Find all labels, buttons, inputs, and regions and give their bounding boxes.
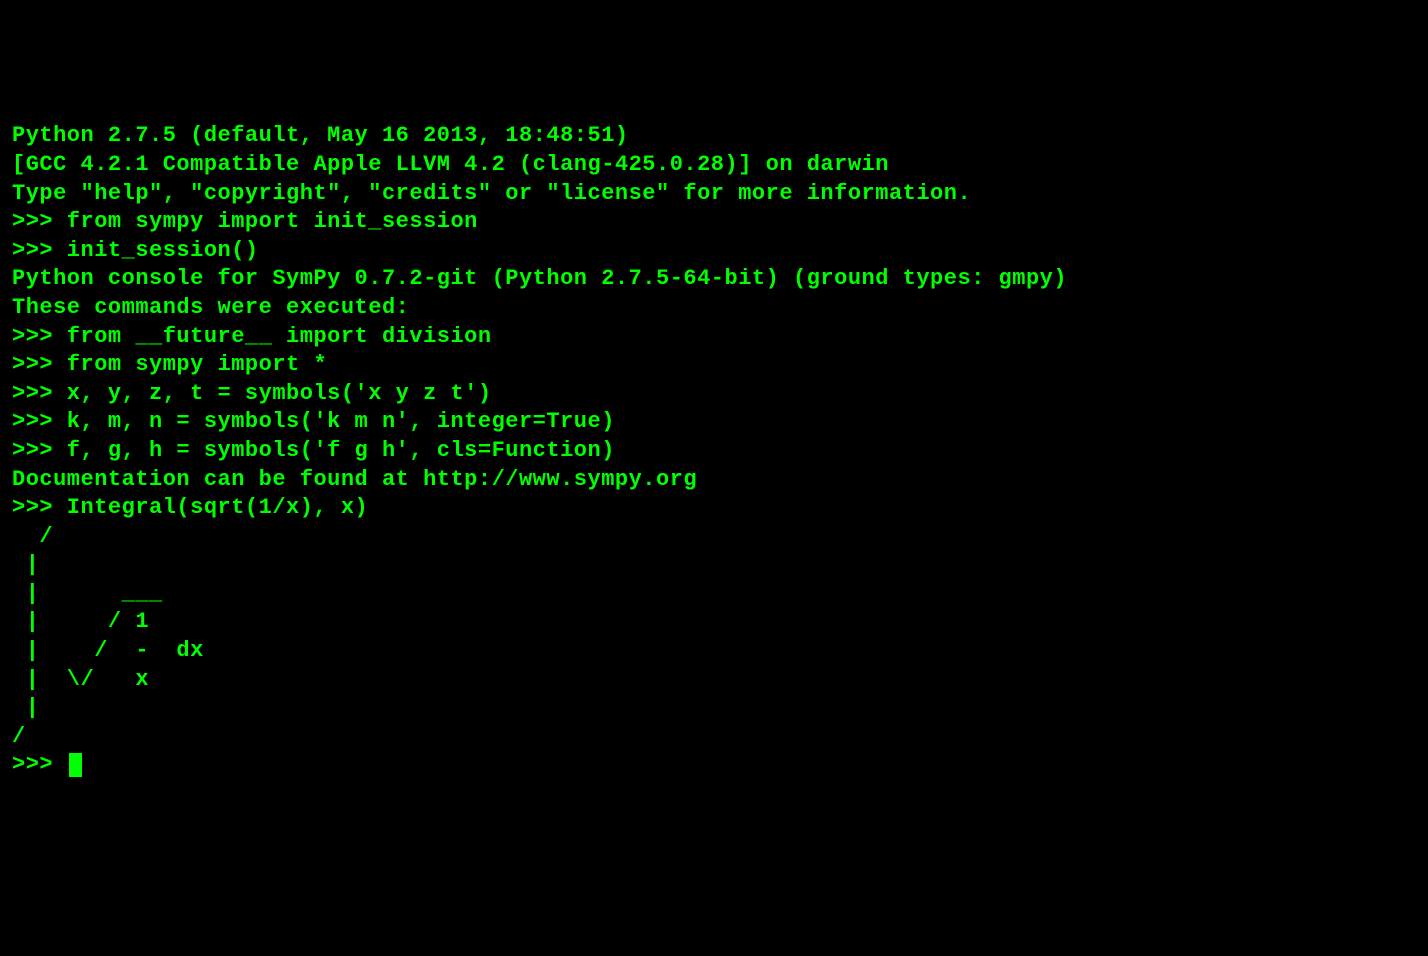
- terminal-line: /: [12, 523, 1416, 552]
- terminal-line: | / 1: [12, 608, 1416, 637]
- terminal-line: >>> k, m, n = symbols('k m n', integer=T…: [12, 408, 1416, 437]
- terminal-line: These commands were executed:: [12, 294, 1416, 323]
- terminal-output[interactable]: Python 2.7.5 (default, May 16 2013, 18:4…: [12, 122, 1416, 780]
- terminal-line: >>> x, y, z, t = symbols('x y z t'): [12, 380, 1416, 409]
- terminal-line: [GCC 4.2.1 Compatible Apple LLVM 4.2 (cl…: [12, 151, 1416, 180]
- terminal-line: /: [12, 723, 1416, 752]
- terminal-line: >>> from sympy import *: [12, 351, 1416, 380]
- terminal-prompt: >>>: [12, 752, 67, 777]
- terminal-line: >>> from __future__ import division: [12, 323, 1416, 352]
- terminal-line: Documentation can be found at http://www…: [12, 466, 1416, 495]
- terminal-line: |: [12, 694, 1416, 723]
- terminal-line: | \/ x: [12, 666, 1416, 695]
- terminal-line: >>> Integral(sqrt(1/x), x): [12, 494, 1416, 523]
- terminal-line: >>> f, g, h = symbols('f g h', cls=Funct…: [12, 437, 1416, 466]
- terminal-line: |: [12, 551, 1416, 580]
- terminal-line: Python 2.7.5 (default, May 16 2013, 18:4…: [12, 122, 1416, 151]
- terminal-line: | / - dx: [12, 637, 1416, 666]
- terminal-line: >>> init_session(): [12, 237, 1416, 266]
- terminal-line: Type "help", "copyright", "credits" or "…: [12, 180, 1416, 209]
- cursor-icon: [69, 753, 82, 777]
- terminal-line: | ___: [12, 580, 1416, 609]
- terminal-prompt-line[interactable]: >>>: [12, 752, 82, 777]
- terminal-line: Python console for SymPy 0.7.2-git (Pyth…: [12, 265, 1416, 294]
- terminal-line: >>> from sympy import init_session: [12, 208, 1416, 237]
